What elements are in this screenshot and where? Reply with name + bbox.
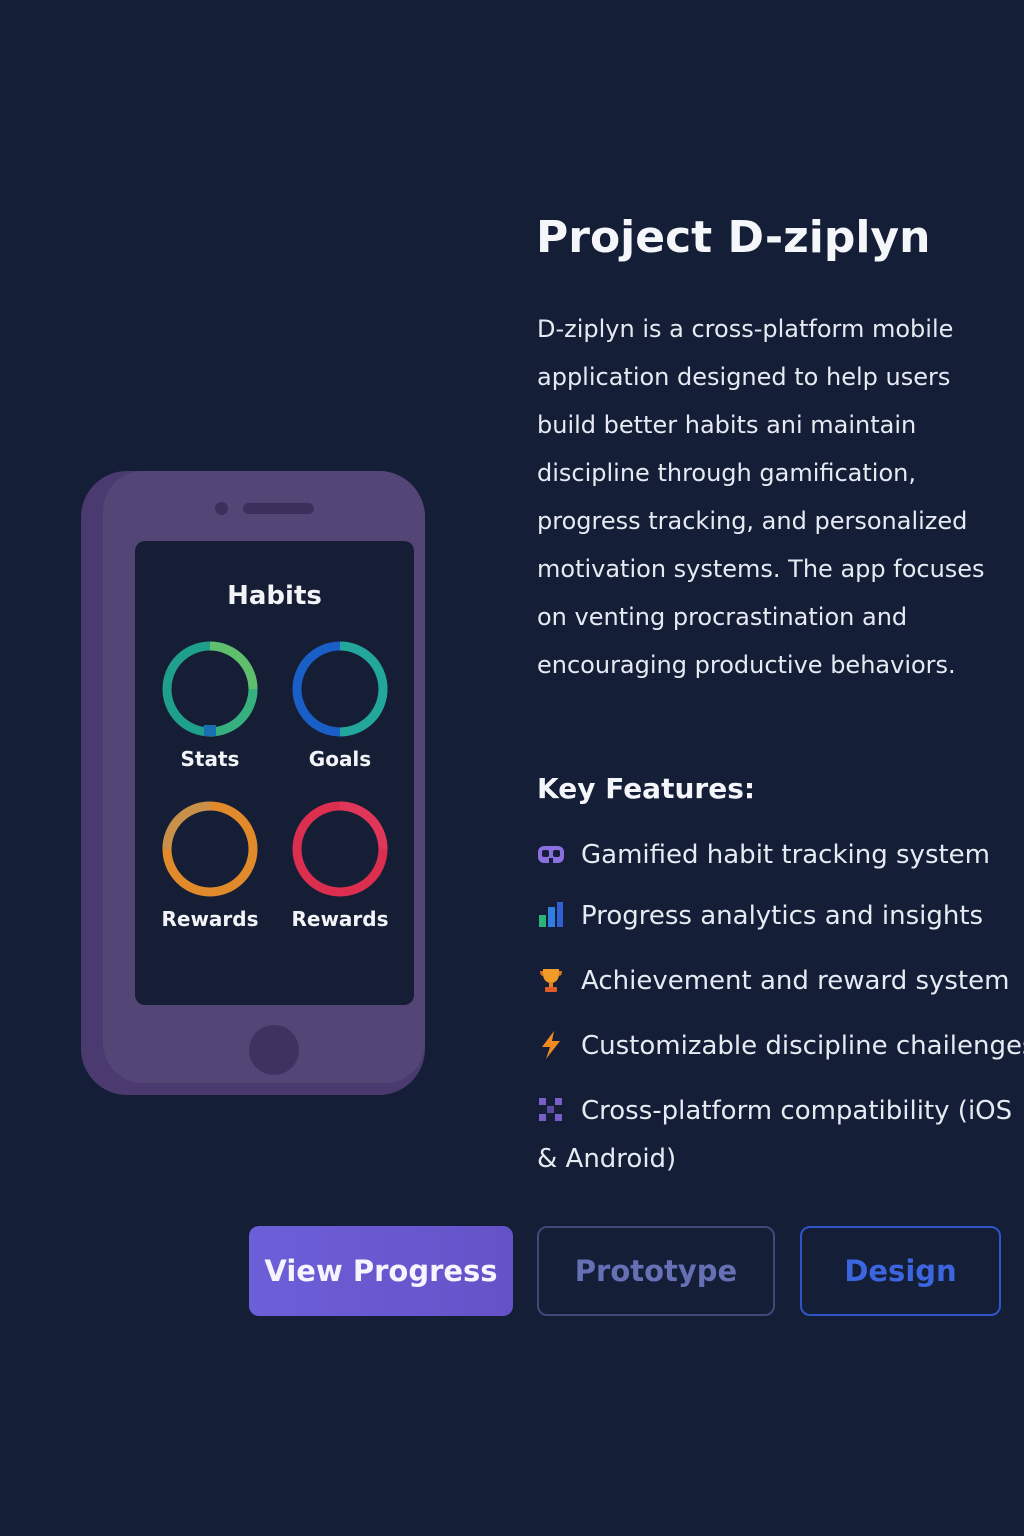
ring-goals[interactable]: Goals [275,639,405,789]
gamepad-icon [537,836,565,864]
feature-item-challenges: Customizable discipline chailenges [537,1022,1024,1070]
ring-stats[interactable]: Stats [145,639,275,789]
feature-label: Achievement and reward system [581,966,1010,996]
ring-rewards-icon [162,801,258,897]
feature-label: Gamified habit tracking system [581,840,991,870]
ring-rewards[interactable]: Rewards [145,799,275,949]
feature-item-achievement: Achievement and reward system [537,957,1024,1005]
features-heading: Key Features: [537,772,756,805]
phone-screen: Habits Stats Goals Rewards Rewards [135,541,414,1005]
ring-rewards-secondary[interactable]: Rewards [275,799,405,949]
phone-mockup: Habits Stats Goals Rewards Rewards [81,471,425,1095]
ring-label: Rewards [161,907,259,931]
feature-item-gamified: Gamified habit tracking system [537,831,1024,879]
design-button[interactable]: Design [800,1226,1001,1316]
ring-label: Goals [308,747,372,771]
phone-camera [215,502,228,515]
feature-item-cross-platform: Cross-platform compatibility (iOS & Andr… [537,1087,1024,1183]
bar-chart-icon [537,897,565,927]
ring-label: Rewards [291,907,389,931]
ring-stats-icon [162,641,258,737]
checker-grid-icon [537,1092,565,1121]
ring-label: Stats [180,747,240,771]
feature-label: Cross-platform compatibility (iOS & Andr… [537,1096,1013,1174]
feature-label: Customizable discipline chailenges [581,1031,1024,1061]
trophy-icon [537,962,565,992]
phone-body: Habits Stats Goals Rewards Rewards [103,471,425,1083]
project-title: Project D-ziplyn [536,212,931,263]
lightning-icon [537,1027,565,1059]
phone-speaker [243,503,314,514]
ring-rewards-secondary-icon [292,801,388,897]
project-description: D-ziplyn is a cross-platform mobile appl… [537,315,985,679]
phone-home-button [249,1025,299,1075]
prototype-button[interactable]: Prototype [537,1226,775,1316]
view-progress-button[interactable]: View Progress [249,1226,513,1316]
screen-title: Habits [227,581,322,611]
ring-goals-icon [292,641,388,737]
feature-label: Progress analytics and insights [581,901,984,931]
feature-item-analytics: Progress analytics and insights [537,892,1024,940]
